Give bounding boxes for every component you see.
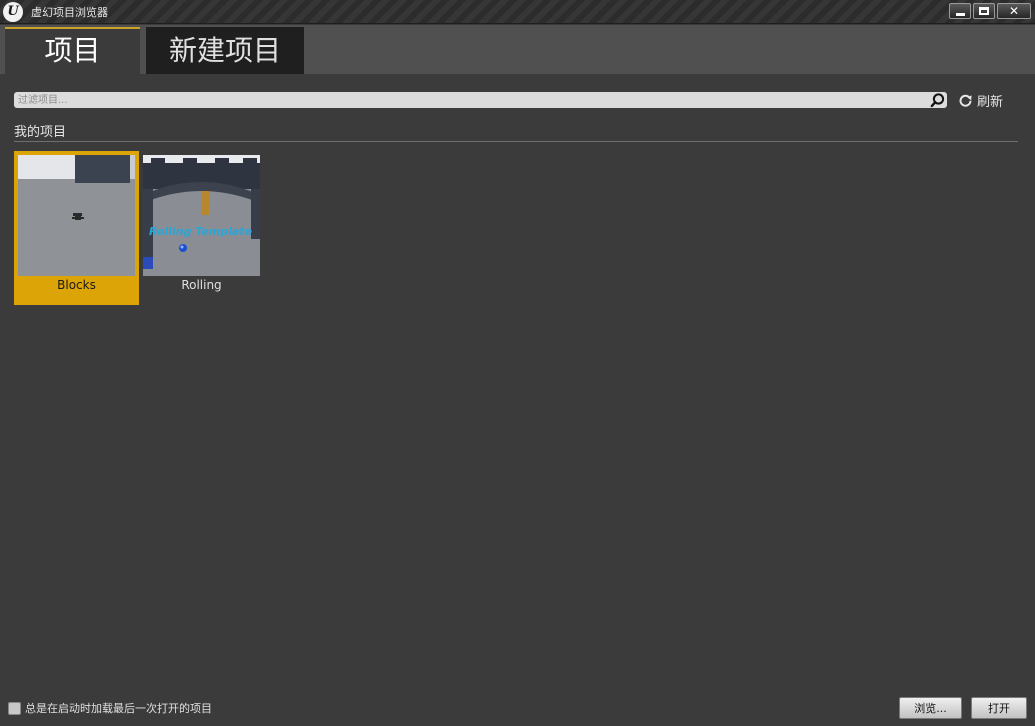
filter-search-box: [14, 92, 947, 108]
title-bar[interactable]: U 虚幻项目浏览器 ✕: [0, 0, 1035, 24]
project-name-blocks: Blocks: [57, 278, 96, 292]
refresh-label: 刷新: [977, 94, 1004, 110]
rolling-template-thumbnail-text: Rolling Template: [149, 225, 253, 238]
close-icon: ✕: [1008, 4, 1020, 18]
unreal-logo-icon: U: [3, 2, 23, 22]
refresh-icon: [959, 94, 972, 107]
filter-input[interactable]: [18, 92, 918, 108]
maximize-icon: [979, 7, 989, 15]
browse-button[interactable]: 浏览...: [899, 697, 962, 719]
minimize-icon: [955, 12, 965, 16]
minimize-button[interactable]: [949, 3, 971, 19]
maximize-button[interactable]: [973, 3, 995, 19]
project-thumbnail-blocks: [18, 155, 135, 276]
open-button[interactable]: 打开: [971, 697, 1027, 719]
window-controls: ✕: [949, 3, 1031, 19]
window-title: 虚幻项目浏览器: [31, 6, 108, 19]
search-icon[interactable]: [930, 92, 945, 108]
autoload-checkbox[interactable]: [8, 701, 21, 715]
tab-new-project[interactable]: 新建项目: [146, 27, 304, 74]
project-name-rolling: Rolling: [181, 278, 222, 292]
section-divider: [14, 141, 1018, 142]
tab-bar: 项目 新建项目: [0, 25, 1035, 74]
project-tile-rolling[interactable]: Rolling Template Rolling: [139, 151, 264, 305]
refresh-button[interactable]: 刷新: [959, 90, 1003, 110]
project-thumbnail-rolling: Rolling Template: [143, 155, 260, 276]
project-browser-window: U 虚幻项目浏览器 ✕ 项目 新建项目 刷新: [0, 0, 1035, 726]
autoload-label: 总是在启动时加载最后一次打开的项目: [25, 702, 212, 715]
tab-projects[interactable]: 项目: [5, 27, 140, 74]
autoload-option[interactable]: 总是在启动时加载最后一次打开的项目: [8, 700, 212, 716]
my-projects-heading: 我的项目: [14, 125, 67, 140]
project-tile-blocks[interactable]: Blocks: [14, 151, 139, 305]
close-button[interactable]: ✕: [997, 3, 1031, 19]
